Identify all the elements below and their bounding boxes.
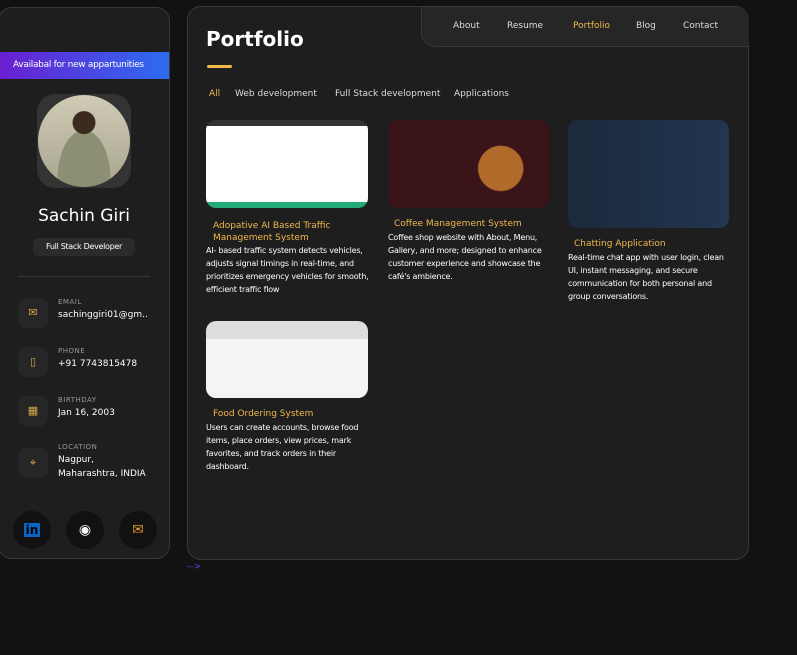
contact-email: ✉ EMAIL sachinggiri01@gm..	[18, 298, 168, 338]
project-title[interactable]: Coffee Management System	[394, 218, 522, 230]
role-badge: Full Stack Developer	[33, 238, 135, 256]
github-icon: ◉	[78, 522, 92, 538]
location-icon: ⌖	[18, 448, 48, 478]
linkedin-icon: in	[23, 523, 41, 537]
project-thumbnail[interactable]	[568, 120, 729, 228]
filter-web[interactable]: Web development	[235, 89, 317, 99]
nav-blog[interactable]: Blog	[636, 21, 656, 31]
availability-banner: Availabal for new appartunities	[0, 52, 169, 79]
profile-photo	[38, 95, 130, 187]
location-value: Maharashtra, INDIA	[58, 469, 146, 479]
main-card: About Resume Portfolio Blog Contact Port…	[187, 6, 749, 560]
nav-resume[interactable]: Resume	[507, 21, 543, 31]
filter-applications[interactable]: Applications	[454, 89, 509, 99]
project-thumbnail[interactable]	[206, 120, 368, 208]
contact-label: BIRTHDAY	[58, 396, 97, 404]
calendar-icon: ▦	[18, 396, 48, 426]
filter-all[interactable]: All	[209, 89, 220, 99]
phone-link[interactable]: +91 7743815478	[58, 358, 137, 371]
contact-label: PHONE	[58, 347, 86, 355]
nav-about[interactable]: About	[453, 21, 480, 31]
avatar	[37, 94, 131, 188]
phone-icon: ▯	[18, 347, 48, 377]
contact-phone: ▯ PHONE +91 7743815478	[18, 347, 168, 387]
project-title[interactable]: Adopative AI Based Traffic Management Sy…	[213, 220, 353, 244]
stray-text: -->	[187, 562, 202, 572]
title-underline	[207, 65, 232, 68]
page-title: Portfolio	[206, 27, 304, 51]
nav-portfolio[interactable]: Portfolio	[573, 21, 610, 31]
github-button[interactable]: ◉	[66, 511, 104, 549]
contact-label: LOCATION	[58, 443, 98, 451]
contact-label: EMAIL	[58, 298, 82, 306]
filter-fullstack[interactable]: Full Stack development	[335, 89, 440, 99]
email-button[interactable]: ✉	[119, 511, 157, 549]
project-description: AI- based traffic system detects vehicle…	[206, 246, 369, 294]
project-description: Real-time chat app with user login, clea…	[568, 253, 724, 301]
mail-icon: ✉	[132, 522, 144, 538]
birthday-value: Jan 16, 2003	[58, 408, 115, 418]
project-description: Users can create accounts, browse food i…	[206, 423, 359, 471]
email-link[interactable]: sachinggiri01@gm..	[58, 309, 148, 322]
linkedin-button[interactable]: in	[13, 511, 51, 549]
profile-name: Sachin Giri	[38, 206, 130, 226]
location-value: Nagpur,	[58, 455, 94, 465]
mail-icon: ✉	[18, 298, 48, 328]
nav-contact[interactable]: Contact	[683, 21, 718, 31]
project-thumbnail[interactable]	[206, 321, 368, 398]
contact-location: ⌖ LOCATION Nagpur, Maharashtra, INDIA	[18, 443, 168, 493]
navbar: About Resume Portfolio Blog Contact	[421, 7, 749, 47]
project-thumbnail[interactable]	[388, 120, 549, 208]
project-title[interactable]: Food Ordering System	[213, 408, 313, 420]
sidebar-card: Availabal for new appartunities Sachin G…	[0, 7, 170, 559]
divider	[18, 276, 150, 277]
contact-birthday: ▦ BIRTHDAY Jan 16, 2003	[18, 396, 168, 436]
project-title[interactable]: Chatting Application	[574, 238, 666, 250]
project-description: Coffee shop website with About, Menu, Ga…	[388, 233, 542, 281]
